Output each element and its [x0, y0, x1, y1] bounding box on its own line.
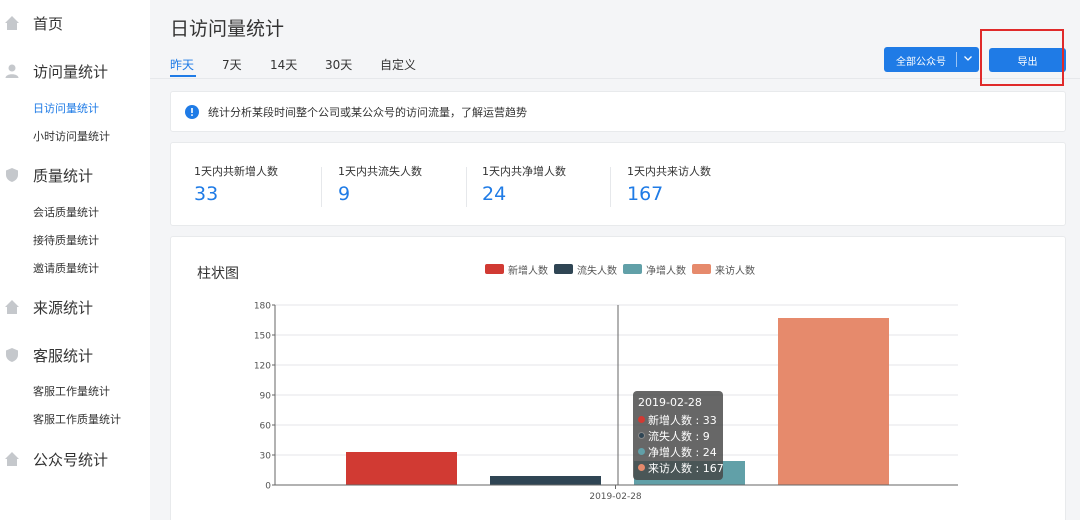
sidebar-subitem-hourly-visits[interactable]: 小时访问量统计 [33, 128, 110, 144]
page-title: 日访问量统计 [170, 18, 285, 40]
stat-divider [610, 167, 611, 207]
stat-value: 167 [627, 183, 664, 205]
chart-card: 柱状图 新增人数 流失人数 净增人数 来访人数 [170, 236, 1066, 520]
user-icon [5, 64, 19, 78]
sidebar-item-visits[interactable]: 访问量统计 [0, 58, 150, 84]
sidebar-item-agent[interactable]: 客服统计 [0, 342, 150, 368]
account-select-separator [956, 52, 957, 67]
sidebar-subitem-invite-quality[interactable]: 邀请质量统计 [33, 260, 99, 276]
tabs-divider [150, 78, 1080, 79]
info-bar: 统计分析某段时间整个公司或某公众号的访问流量，了解运营趋势 [170, 91, 1066, 132]
account-select-value: 全部公众号 [896, 57, 946, 68]
legend-label: 流失人数 [577, 266, 617, 277]
tooltip-dot [638, 448, 645, 455]
tab-custom[interactable]: 自定义 [380, 56, 416, 73]
tooltip-text: 来访人数 : 167 [648, 462, 724, 475]
stats-panel: 1天内共新增人数 33 1天内共流失人数 9 1天内共净增人数 24 1天内共来… [170, 142, 1066, 226]
legend-label: 净增人数 [646, 266, 686, 277]
sidebar-subitem-agent-quality[interactable]: 客服工作质量统计 [33, 411, 121, 427]
home-icon [5, 16, 19, 30]
tooltip-dot [638, 464, 645, 471]
sidebar-item-source[interactable]: 来源统计 [0, 294, 150, 320]
tab-30-days[interactable]: 30天 [325, 56, 352, 73]
home-icon [5, 300, 19, 314]
shield-icon [6, 348, 18, 362]
tab-14-days[interactable]: 14天 [270, 56, 297, 73]
info-icon [185, 105, 199, 119]
info-text: 统计分析某段时间整个公司或某公众号的访问流量，了解运营趋势 [208, 106, 527, 119]
legend-label: 新增人数 [508, 266, 548, 277]
sidebar-item-label: 质量统计 [33, 166, 94, 185]
legend-swatch [623, 264, 642, 274]
sidebar-item-label: 公众号统计 [33, 450, 109, 469]
stat-label: 1天内共新增人数 [194, 165, 278, 178]
chart-tooltip: 2019-02-28 新增人数 : 33 流失人数 : 9 净增人数 : 24 … [633, 391, 724, 480]
tooltip-text: 新增人数 : 33 [648, 414, 717, 427]
sidebar-item-quality[interactable]: 质量统计 [0, 162, 150, 188]
active-tab-indicator [170, 75, 196, 77]
sidebar-item-official-account[interactable]: 公众号统计 [0, 446, 150, 472]
sidebar-item-home[interactable]: 首页 [0, 10, 150, 36]
shield-icon [6, 168, 18, 182]
sidebar-item-label: 客服统计 [33, 346, 94, 365]
sidebar-item-label: 访问量统计 [33, 62, 109, 81]
stat-value: 9 [338, 183, 351, 205]
legend-swatch [554, 264, 573, 274]
sidebar-item-label: 来源统计 [33, 298, 94, 317]
account-select[interactable]: 全部公众号 [884, 47, 979, 72]
chart-title: 柱状图 [197, 266, 239, 282]
stat-label: 1天内共流失人数 [338, 165, 422, 178]
legend-swatch [485, 264, 504, 274]
tooltip-dot [638, 432, 645, 439]
legend-swatch [692, 264, 711, 274]
sidebar: 首页 访问量统计 日访问量统计 小时访问量统计 质量统计 会话质量统计 接待质量… [0, 0, 150, 520]
tooltip-text: 流失人数 : 9 [648, 430, 710, 443]
sidebar-subitem-session-quality[interactable]: 会话质量统计 [33, 204, 99, 220]
stat-value: 33 [194, 183, 219, 205]
tooltip-text: 净增人数 : 24 [648, 446, 717, 459]
sidebar-subitem-daily-visits[interactable]: 日访问量统计 [33, 100, 99, 116]
tooltip-title: 2019-02-28 [638, 396, 702, 409]
stat-divider [321, 167, 322, 207]
home-icon [5, 452, 19, 466]
tab-7-days[interactable]: 7天 [222, 56, 242, 73]
stat-divider [466, 167, 467, 207]
tab-yesterday[interactable]: 昨天 [170, 56, 194, 73]
export-highlight-box [980, 29, 1064, 86]
sidebar-subitem-agent-workload[interactable]: 客服工作量统计 [33, 383, 110, 399]
sidebar-item-label: 首页 [33, 14, 64, 33]
stat-value: 24 [482, 183, 507, 205]
sidebar-subitem-reception-quality[interactable]: 接待质量统计 [33, 232, 99, 248]
stat-label: 1天内共净增人数 [482, 165, 566, 178]
stat-label: 1天内共来访人数 [627, 165, 711, 178]
legend-label: 来访人数 [715, 266, 755, 277]
tooltip-dot [638, 416, 645, 423]
chevron-down-icon[interactable] [962, 52, 974, 64]
